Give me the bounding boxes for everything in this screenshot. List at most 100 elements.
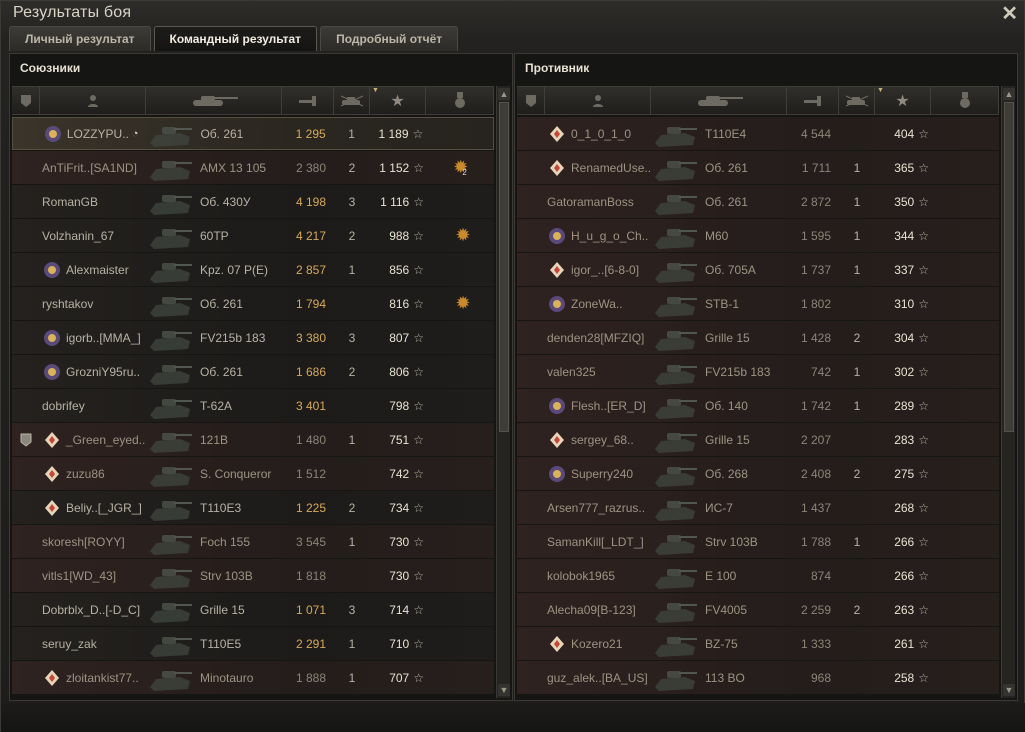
achievement-medal-icon[interactable]: ✹: [449, 225, 471, 247]
star-icon: ☆: [918, 432, 929, 447]
player-row[interactable]: Superry240 Об. 268 2 408 2 275 ☆: [517, 457, 999, 490]
player-row[interactable]: GatoramanBoss Об. 261 2 872 1 350 ☆: [517, 185, 999, 218]
player-row[interactable]: ryshtakov Об. 261 1 794 816 ☆ ✹: [12, 287, 494, 320]
tank-name: Grille 15: [200, 602, 245, 617]
player-row[interactable]: GrozniY95ru.. Об. 261 1 686 2 806 ☆: [12, 355, 494, 388]
scroll-down-icon[interactable]: ▼: [1003, 684, 1015, 696]
column-header-squad-icon[interactable]: [12, 87, 40, 114]
player-row[interactable]: valen325 FV215b 183 742 1 302 ☆: [517, 355, 999, 388]
scroll-thumb[interactable]: [1004, 102, 1014, 432]
player-row[interactable]: Dobrblx_D..[-D_C] Grille 15 1 071 3 714 ☆: [12, 593, 494, 626]
frags-value: 3: [348, 330, 356, 345]
damage-value: 1 686: [295, 364, 326, 379]
tank-cell: Об. 705А: [651, 255, 787, 285]
star-icon: ☆: [413, 194, 424, 209]
column-header-frags-icon[interactable]: [334, 87, 370, 114]
tank-name: T110E4: [705, 126, 747, 141]
player-row[interactable]: Volzhanin_67 60TP 4 217 2 988 ☆ ✹: [12, 219, 494, 252]
player-row[interactable]: RomanGB Об. 430У 4 198 3 1 116 ☆: [12, 185, 494, 218]
column-header-damage-icon[interactable]: [282, 87, 334, 114]
player-row[interactable]: Alecha09[B-123] FV4005 2 259 2 263 ☆: [517, 593, 999, 626]
player-row[interactable]: _Green_eyed.. 121B 1 480 1 751 ☆: [12, 423, 494, 456]
player-row[interactable]: AnTiFrit..[SA1ND] AMX 13 105 2 380 2 1 152 ☆ ✹…: [12, 151, 494, 184]
player-row[interactable]: dobrifey T-62A 3 401 798 ☆: [12, 389, 494, 422]
tank-icon: [651, 221, 699, 251]
tank-name: Об. 261: [200, 296, 243, 311]
column-header-medal-icon[interactable]: [931, 87, 999, 114]
xp-cell: 798 ☆: [370, 399, 426, 413]
enemies-scrollbar[interactable]: ▲ ▼: [1001, 86, 1015, 698]
xp-cell: 807 ☆: [370, 331, 426, 345]
player-row[interactable]: skoresh[ROYY] Foch 155 3 545 1 730 ☆: [12, 525, 494, 558]
damage-value: 1 802: [800, 296, 831, 311]
column-header-damage-icon[interactable]: [787, 87, 839, 114]
column-header-xp-star-icon[interactable]: ★ ▼: [875, 87, 931, 114]
player-name-cell: skoresh[ROYY]: [40, 535, 146, 549]
tab-team-result[interactable]: Командный результат: [153, 26, 318, 51]
player-row[interactable]: Flesh..[ER_D] Об. 140 1 742 1 289 ☆: [517, 389, 999, 422]
tank-name: Об. 430У: [200, 194, 251, 209]
tank-icon: [146, 595, 194, 625]
xp-cell: 806 ☆: [370, 365, 426, 379]
player-row[interactable]: denden28[MFZIQ] Grille 15 1 428 2 304 ☆: [517, 321, 999, 354]
player-row[interactable]: sergey_68.. Grille 15 2 207 283 ☆: [517, 423, 999, 456]
column-header-tank-icon[interactable]: [651, 87, 787, 114]
player-row[interactable]: ZoneWa.. STB-1 1 802 310 ☆: [517, 287, 999, 320]
enemies-list: 0_1_0_1_0 T110E4 4 544 404 ☆ RenamedUse.. Об. …: [517, 117, 999, 695]
tank-cell: 113 BO: [651, 663, 787, 693]
achievement-medal-icon[interactable]: ✹ 2: [449, 157, 471, 179]
column-header-tank-icon[interactable]: [146, 87, 282, 114]
player-row[interactable]: igorb..[MMA_] FV215b 183 3 380 3 807 ☆: [12, 321, 494, 354]
player-row[interactable]: Beliy..[_JGR_] T110E3 1 225 2 734 ☆: [12, 491, 494, 524]
tank-name: T110E5: [200, 636, 242, 651]
tank-name: FV215b 183: [200, 330, 266, 345]
xp-cell: 266 ☆: [875, 535, 931, 549]
player-row[interactable]: 0_1_0_1_0 T110E4 4 544 404 ☆: [517, 117, 999, 150]
damage-value: 1 595: [800, 228, 831, 243]
diamond-icon: [42, 668, 62, 688]
player-row[interactable]: Alexmaister Kpz. 07 P(E) 2 857 1 856 ☆: [12, 253, 494, 286]
player-row[interactable]: H_u_g_o_Ch.. M60 1 595 1 344 ☆: [517, 219, 999, 252]
player-row[interactable]: LOZZYPU.. ◔ Об. 261 1 295 1 1 189 ☆: [12, 117, 494, 150]
damage-value: 1 788: [800, 534, 831, 549]
star-icon: ☆: [413, 670, 424, 685]
tab-detailed-report[interactable]: Подробный отчёт: [320, 26, 459, 51]
column-header-squad-icon[interactable]: [517, 87, 545, 114]
star-icon: ☆: [918, 296, 929, 311]
scroll-down-icon[interactable]: ▼: [498, 684, 510, 696]
xp-cell: 337 ☆: [875, 263, 931, 277]
column-header-xp-star-icon[interactable]: ★ ▼: [370, 87, 426, 114]
player-row[interactable]: zuzu86 S. Conqueror 1 512 742 ☆: [12, 457, 494, 490]
xp-value: 816: [389, 296, 410, 311]
allies-scrollbar[interactable]: ▲ ▼: [496, 86, 510, 698]
player-name-cell: Alecha09[B-123]: [545, 603, 651, 617]
tank-name: T-62A: [200, 398, 233, 413]
player-row[interactable]: kolobok1965 E 100 874 266 ☆: [517, 559, 999, 592]
player-row[interactable]: Arsen777_razrus.. ИС-7 1 437 268 ☆: [517, 491, 999, 524]
scroll-up-icon[interactable]: ▲: [498, 88, 510, 100]
tab-personal-result[interactable]: Личный результат: [9, 26, 151, 51]
player-row[interactable]: seruy_zak T110E5 2 291 1 710 ☆: [12, 627, 494, 660]
column-header-player-icon[interactable]: [545, 87, 651, 114]
player-name: ZoneWa..: [571, 296, 623, 311]
player-row[interactable]: RenamedUse.. Об. 261 1 711 1 365 ☆: [517, 151, 999, 184]
frags-value: 1: [853, 364, 861, 379]
column-header-player-icon[interactable]: [40, 87, 146, 114]
star-icon: ☆: [918, 228, 929, 243]
xp-cell: 310 ☆: [875, 297, 931, 311]
player-row[interactable]: Kozero21 BZ-75 1 333 261 ☆: [517, 627, 999, 660]
player-row[interactable]: igor_..[6-8-0] Об. 705А 1 737 1 337 ☆: [517, 253, 999, 286]
scroll-up-icon[interactable]: ▲: [1003, 88, 1015, 100]
scroll-thumb[interactable]: [499, 102, 509, 432]
close-icon[interactable]: ✕: [1001, 1, 1018, 26]
player-row[interactable]: SamanKill[_LDT_] Strv 103B 1 788 1 266 ☆: [517, 525, 999, 558]
bottom-bar: [1, 703, 1025, 732]
tank-icon: [651, 663, 699, 693]
achievement-medal-icon[interactable]: ✹: [449, 293, 471, 315]
player-row[interactable]: vitls1[WD_43] Strv 103B 1 818 730 ☆: [12, 559, 494, 592]
player-row[interactable]: guz_alek..[BA_US] 113 BO 968 258 ☆: [517, 661, 999, 694]
tank-icon: [651, 527, 699, 557]
column-header-medal-icon[interactable]: [426, 87, 494, 114]
player-row[interactable]: zloitankist77.. Minotauro 1 888 1 707 ☆: [12, 661, 494, 694]
column-header-frags-icon[interactable]: [839, 87, 875, 114]
